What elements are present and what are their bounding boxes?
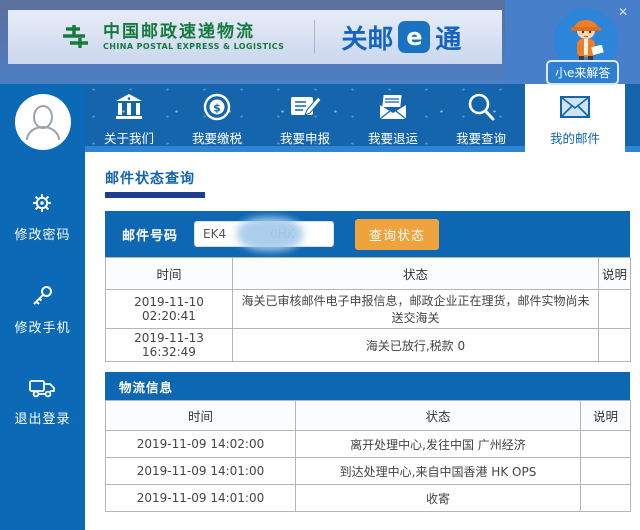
china-post-emblem-icon <box>60 20 94 54</box>
cell-note <box>581 485 631 512</box>
sidebar-item-label: 退出登录 <box>14 408 70 427</box>
sidebar: 修改密码 修改手机 <box>0 84 85 530</box>
nav-item-declare[interactable]: 我要申报 <box>261 84 349 152</box>
cell-status: 离开处理中心,发往中国 广州经济 <box>296 431 581 458</box>
key-icon <box>29 283 55 309</box>
customs-status-table: 时间 状态 说明 2019-11-10 02:20:41 海关已审核邮件电子申报… <box>105 257 631 362</box>
china-post-logo: 中国邮政速递物流 CHINA POSTAL EXPRESS & LOGISTIC… <box>60 20 284 54</box>
cell-status: 海关已审核邮件电子申报信息，邮政企业正在理货，邮件实物尚未送交海关 <box>233 290 599 329</box>
app-window: 中国邮政速递物流 CHINA POSTAL EXPRESS & LOGISTIC… <box>0 0 640 530</box>
nav-item-label: 我的邮件 <box>550 128 600 147</box>
return-mail-icon <box>376 91 410 123</box>
cell-status: 海关已放行,税款 0 <box>233 329 599 362</box>
tracking-number-input[interactable]: EK4 0HK <box>194 221 334 247</box>
close-icon[interactable]: ✕ <box>618 6 628 18</box>
table-header-row: 时间 状态 说明 <box>106 258 631 290</box>
nav-filler <box>625 84 640 152</box>
mascot-label[interactable]: 小e来解答 <box>546 60 619 85</box>
col-header-note: 说明 <box>581 401 631 431</box>
declare-form-icon <box>288 91 322 123</box>
avatar <box>15 94 71 150</box>
brand-divider <box>314 20 315 54</box>
product-part2: 通 <box>435 19 461 56</box>
product-title: 关邮 e 通 <box>341 19 461 56</box>
nav-item-label: 关于我们 <box>104 128 154 147</box>
top-header: 中国邮政速递物流 CHINA POSTAL EXPRESS & LOGISTIC… <box>0 0 640 84</box>
cell-status: 到达处理中心,来自中国香港 HK OPS <box>296 458 581 485</box>
cell-note <box>581 431 631 458</box>
brand-name-cn: 中国邮政速递物流 <box>103 23 284 42</box>
table-header-row: 时间 状态 说明 <box>106 401 631 431</box>
nav-item-my-mail[interactable]: 我的邮件 <box>525 84 625 152</box>
nav-item-inquiry[interactable]: 我要查询 <box>437 84 525 152</box>
search-icon <box>465 91 497 123</box>
privacy-blur-overlay <box>237 217 303 251</box>
nav-item-pay-tax[interactable]: $ 我要缴税 <box>173 84 261 152</box>
product-part1: 关邮 <box>341 19 393 56</box>
bank-icon <box>113 91 145 123</box>
col-header-time: 时间 <box>106 401 296 431</box>
main-content: 邮件状态查询 邮件号码 EK4 0HK 查询状态 时间 <box>85 152 640 530</box>
nav-item-label: 我要申报 <box>280 128 330 147</box>
coin-icon: $ <box>201 91 233 123</box>
nav-item-label: 我要查询 <box>456 128 506 147</box>
col-header-status: 状态 <box>296 401 581 431</box>
table-row: 2019-11-10 02:20:41 海关已审核邮件电子申报信息，邮政企业正在… <box>106 290 631 329</box>
product-e-badge: e <box>398 21 430 53</box>
cell-time: 2019-11-09 14:01:00 <box>106 485 296 512</box>
sidebar-item-change-phone[interactable]: 修改手机 <box>14 283 70 336</box>
logistics-table: 时间 状态 说明 2019-11-09 14:02:00 离开处理中心,发往中国… <box>105 400 631 512</box>
tracking-number-label: 邮件号码 <box>122 225 178 244</box>
svg-text:$: $ <box>213 102 221 115</box>
sidebar-item-change-password[interactable]: 修改密码 <box>14 190 70 243</box>
envelope-icon <box>557 91 593 123</box>
cell-status: 收寄 <box>296 485 581 512</box>
cell-time: 2019-11-13 16:32:49 <box>106 329 233 362</box>
query-status-button[interactable]: 查询状态 <box>355 219 439 250</box>
user-icon <box>21 100 65 144</box>
logistics-header-bar: 物流信息 <box>105 372 630 400</box>
cell-note <box>599 329 631 362</box>
cell-time: 2019-11-09 14:01:00 <box>106 458 296 485</box>
table-row: 2019-11-13 16:32:49 海关已放行,税款 0 <box>106 329 631 362</box>
col-header-status: 状态 <box>233 258 599 290</box>
sidebar-item-label: 修改手机 <box>14 317 70 336</box>
gear-icon <box>29 190 55 216</box>
nav-item-label: 我要缴税 <box>192 128 242 147</box>
table-row: 2019-11-09 14:01:00 到达处理中心,来自中国香港 HK OPS <box>106 458 631 485</box>
nav-item-about-us[interactable]: 关于我们 <box>85 84 173 152</box>
cell-time: 2019-11-09 14:02:00 <box>106 431 296 458</box>
assistant-mascot[interactable]: 小e来解答 ✕ <box>550 4 626 84</box>
query-panel: 邮件号码 EK4 0HK 查询状态 <box>105 211 630 257</box>
title-underline <box>105 192 205 198</box>
sidebar-item-label: 修改密码 <box>14 224 70 243</box>
table-row: 2019-11-09 14:02:00 离开处理中心,发往中国 广州经济 <box>106 431 631 458</box>
col-header-note: 说明 <box>599 258 631 290</box>
cell-note <box>599 290 631 329</box>
table-row: 2019-11-09 14:01:00 收寄 <box>106 485 631 512</box>
sidebar-item-logout[interactable]: 退出登录 <box>14 376 70 427</box>
brand-name-en: CHINA POSTAL EXPRESS & LOGISTICS <box>103 42 284 51</box>
col-header-time: 时间 <box>106 258 233 290</box>
cell-time: 2019-11-10 02:20:41 <box>106 290 233 329</box>
nav-item-return-shipment[interactable]: 我要退运 <box>349 84 437 152</box>
logistics-title: 物流信息 <box>119 377 173 396</box>
page-title: 邮件状态查询 <box>105 168 195 188</box>
main-nav: 关于我们 $ 我要缴税 <box>85 84 640 152</box>
cell-note <box>581 458 631 485</box>
brand-panel: 中国邮政速递物流 CHINA POSTAL EXPRESS & LOGISTIC… <box>8 10 502 64</box>
nav-item-label: 我要退运 <box>368 128 418 147</box>
tracking-prefix: EK4 <box>203 227 226 241</box>
truck-icon <box>28 376 56 400</box>
